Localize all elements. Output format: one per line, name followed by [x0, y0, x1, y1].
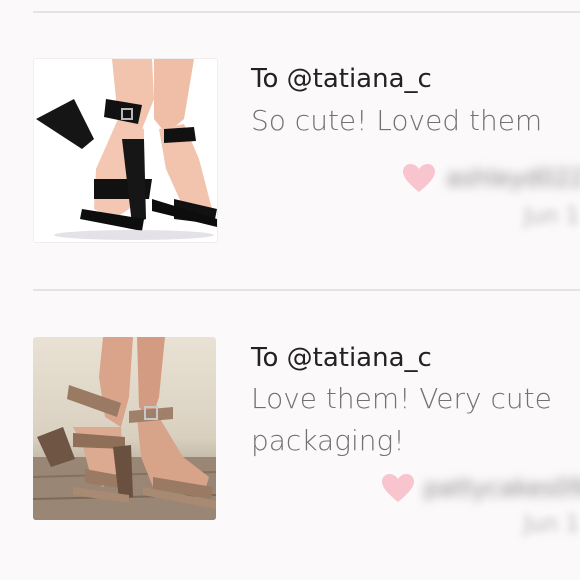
heart-icon[interactable] [402, 163, 436, 193]
review-message: So cute! Loved them [251, 104, 543, 137]
review-photo-black-sandals[interactable] [33, 58, 218, 243]
review-divider [33, 289, 580, 291]
top-divider [33, 11, 580, 13]
reviewer-username[interactable]: ashleyd022 [446, 164, 580, 192]
heart-icon[interactable] [381, 473, 415, 503]
review-message: Love them! Very cute packaging! [251, 382, 552, 457]
reviewer-username[interactable]: pattycakes09 [424, 474, 580, 502]
review-date: Jun 1 [524, 204, 580, 229]
review-date: Jun 1 [524, 512, 580, 537]
review-recipient: To @tatiana_c [251, 64, 432, 94]
review-recipient: To @tatiana_c [251, 343, 432, 373]
review-photo-tan-sandals[interactable] [33, 337, 216, 520]
